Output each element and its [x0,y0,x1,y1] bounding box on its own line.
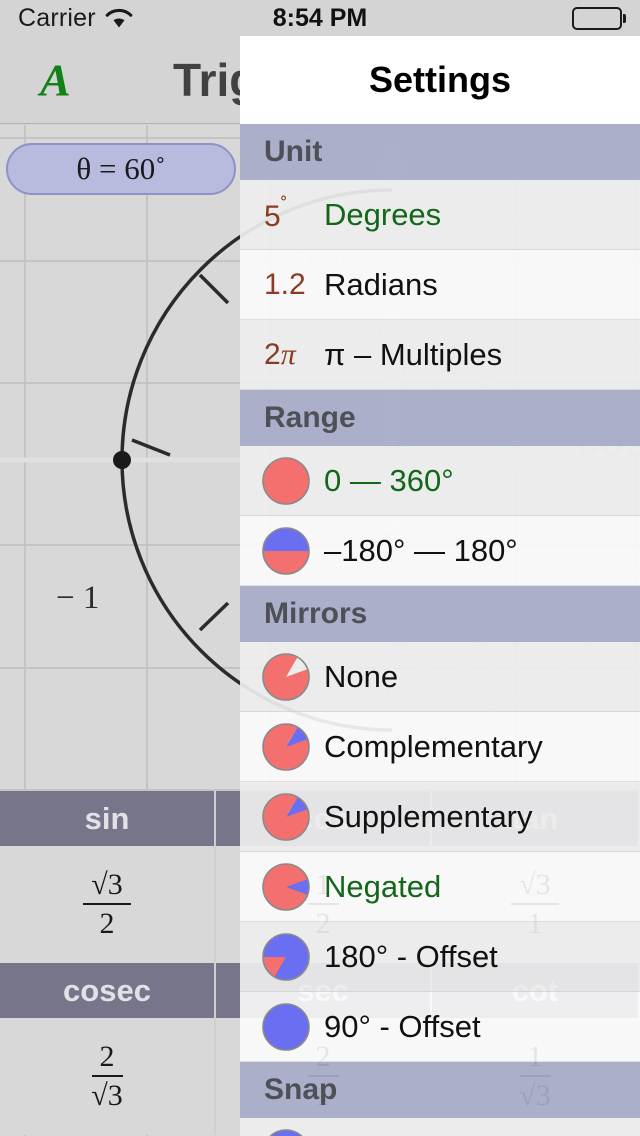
status-bar: Carrier 8:54 PM [0,0,640,36]
settings-row-label: Degrees [324,197,441,233]
settings-row-label: 180° - Offset [324,939,498,975]
fraction-numerator: √3 [83,869,130,905]
settings-row-label: 90° - Offset [324,1009,481,1045]
settings-header: Settings [240,36,640,124]
settings-list[interactable]: Unit5˚Degrees1.2Radians2ππ – MultiplesRa… [240,124,640,1136]
settings-title: Settings [369,59,511,101]
settings-row-label: 0 — 360° [324,463,454,499]
settings-section-header-snap: Snap [240,1062,640,1118]
settings-popover[interactable]: Settings Unit5˚Degrees1.2Radians2ππ – Mu… [240,36,640,1136]
unit-example-number: 2 [264,338,281,371]
unit-example-number: 5 [264,200,281,233]
section-header-label: Snap [264,1073,337,1107]
mirror-90-offset-icon [260,1001,318,1053]
status-bar-clock: 8:54 PM [0,4,640,33]
settings-row-0-360[interactable]: 0 — 360° [240,446,640,516]
unit-example-number: 1.2 [264,268,306,301]
status-bar-right [572,7,626,30]
table-column-sin: sin √3 2 cosec 2 √3 [0,791,216,1135]
battery-full-icon [572,7,622,30]
pie-full-red-icon [260,455,318,507]
unit-example-suffix: ˚ [281,195,288,217]
fraction-denominator: 2 [100,905,115,940]
settings-row-complementary[interactable]: Complementary [240,712,640,782]
table-cell-cosec-value: 2 √3 [0,1018,216,1135]
table-cell-sin-value: √3 2 [0,846,216,963]
unit-example-radians: 1.2 [260,268,318,302]
settings-section-header-unit: Unit [240,124,640,180]
fraction-denominator: √3 [91,1077,122,1112]
settings-section-header-mirrors: Mirrors [240,586,640,642]
settings-row-radians[interactable]: 1.2 Radians [240,250,640,320]
settings-row-none[interactable]: None [240,642,640,712]
section-header-label: Mirrors [264,597,367,631]
settings-row-180-offset[interactable]: 180° - Offset [240,922,640,992]
settings-row-label: Radians [324,267,438,303]
settings-row-90-offset[interactable]: 90° - Offset [240,992,640,1062]
settings-row-5[interactable]: 5° [240,1118,640,1136]
mirror-none-icon [260,651,318,703]
settings-row-label: Complementary [324,729,543,765]
settings-row-label: Supplementary [324,799,533,835]
table-header-cosec: cosec [0,963,216,1018]
settings-section-header-range: Range [240,390,640,446]
settings-row-degrees[interactable]: 5˚Degrees [240,180,640,250]
settings-row-negated[interactable]: Negated [240,852,640,922]
section-header-label: Unit [264,135,322,169]
unit-example-degrees: 5˚ [260,195,318,234]
settings-row-supplementary[interactable]: Supplementary [240,782,640,852]
pie-half-red-blue-icon [260,525,318,577]
battery-nub-icon [623,14,626,23]
mirror-supplementary-icon [260,791,318,843]
snap-5-icon [260,1127,318,1136]
mirror-180-offset-icon [260,931,318,983]
settings-row-label: Negated [324,869,441,905]
unit-example-suffix: π [281,338,296,371]
mirror-negated-icon [260,861,318,913]
settings-row-multiples[interactable]: 2ππ – Multiples [240,320,640,390]
table-header-sin: sin [0,791,216,846]
theta-value-pill[interactable]: θ = 60˚ [6,143,236,195]
section-header-label: Range [264,401,356,435]
axis-label-negative-one: − 1 [56,580,99,617]
settings-row-180-180[interactable]: –180° — 180° [240,516,640,586]
settings-row-label: π – Multiples [324,337,502,373]
settings-row-label: –180° — 180° [324,533,518,569]
settings-row-label: None [324,659,398,695]
unit-example--multiples: 2π [260,338,318,372]
fraction-numerator: 2 [92,1041,123,1077]
mirror-complementary-icon [260,721,318,773]
